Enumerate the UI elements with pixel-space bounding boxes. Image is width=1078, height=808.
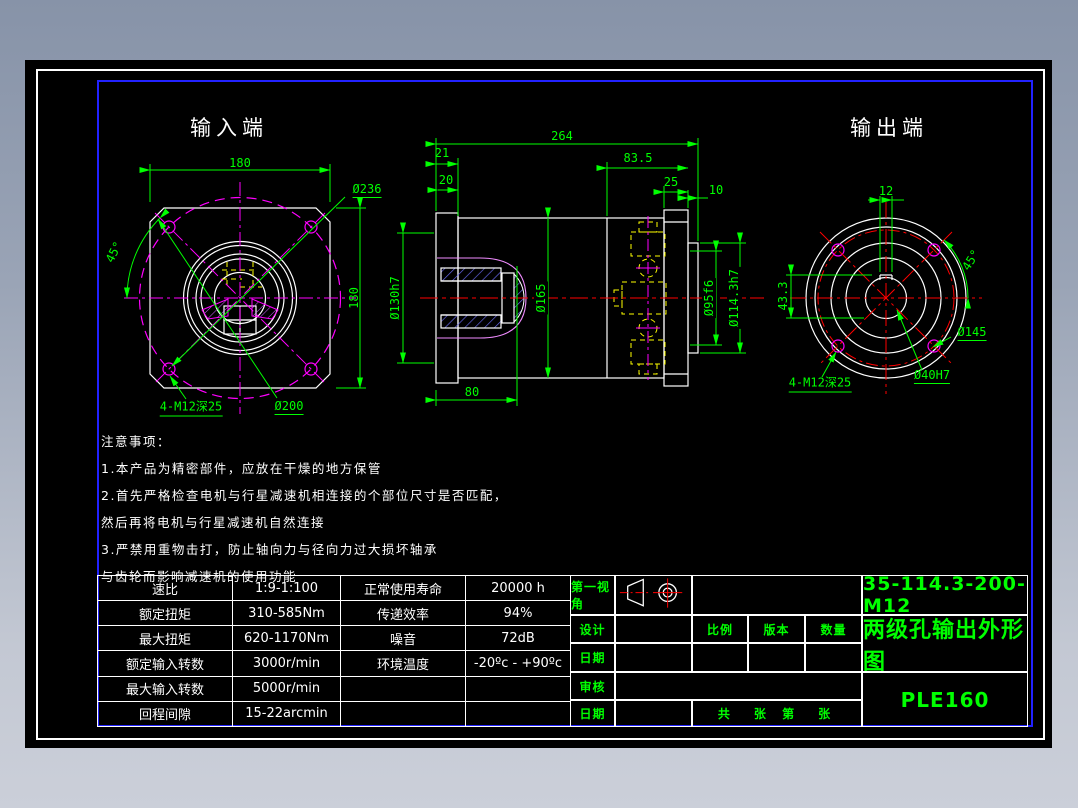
version-value-cell xyxy=(748,643,805,672)
version-label: 版本 xyxy=(748,615,805,643)
spec-value xyxy=(466,676,571,701)
first-angle-label: 第一视角 xyxy=(570,575,615,615)
spec-label: 正常使用寿命 xyxy=(341,576,466,601)
dim-output-holes: 4-M12深25 xyxy=(789,374,852,393)
dim-side-input-pilot-dia: Ø130h7 xyxy=(388,276,402,319)
dim-side-spigot-dia: Ø114.3h7 xyxy=(727,267,741,329)
audit-label: 审核 xyxy=(570,672,615,700)
spec-value: 94% xyxy=(466,601,571,626)
spec-label xyxy=(341,701,466,726)
dim-side-pilot-step: 20 xyxy=(439,173,453,187)
note-line: 1.本产品为精密部件，应放在干燥的地方保管 xyxy=(101,455,508,482)
first-angle-projection-icon xyxy=(615,575,692,615)
spec-label: 最大扭矩 xyxy=(98,626,233,651)
date-label: 日期 xyxy=(570,643,615,672)
notes-block: 注意事项： 1.本产品为精密部件，应放在干燥的地方保管 2.首先严格检查电机与行… xyxy=(101,428,508,590)
spec-value: 310-585Nm xyxy=(233,601,341,626)
table-row: 额定扭矩 310-585Nm 传递效率 94% xyxy=(98,601,571,626)
spec-value: 1:9-1:100 xyxy=(233,576,341,601)
dim-side-bottom: 80 xyxy=(465,385,479,399)
spec-label: 回程间隙 xyxy=(98,701,233,726)
drawing-title: 两级孔输出外形图 xyxy=(862,615,1028,672)
table-row: 回程间隙 15-22arcmin xyxy=(98,701,571,726)
spec-value: 15-22arcmin xyxy=(233,701,341,726)
title-block: 第一视角 35-114.3-200-M12 设计 比例 版本 数量 两级孔输出外… xyxy=(570,575,1028,727)
spec-label xyxy=(341,676,466,701)
dim-side-hub-dia: Ø95f6 xyxy=(702,278,716,318)
spec-value: -20ºc - +90ºc xyxy=(466,651,571,676)
title-block-empty-cell xyxy=(692,575,862,615)
dim-input-bolt-chamfer-circle: Ø236 xyxy=(353,182,382,198)
spec-value: 620-1170Nm xyxy=(233,626,341,651)
spec-label: 最大输入转数 xyxy=(98,676,233,701)
spec-value: 3000r/min xyxy=(233,651,341,676)
cad-viewer-canvas: 输入端 输出端 180 180 Ø236 Ø200 45° 4-M12深25 2… xyxy=(0,0,1078,808)
note-line: 3.严禁用重物击打，防止轴向力与径向力过大损坏轴承 xyxy=(101,536,508,563)
table-row: 速比 1:9-1:100 正常使用寿命 20000 h xyxy=(98,576,571,601)
spec-value: 72dB xyxy=(466,626,571,651)
dim-input-holes: 4-M12深25 xyxy=(160,398,223,417)
part-number: 35-114.3-200-M12 xyxy=(862,575,1028,615)
quantity-label: 数量 xyxy=(805,615,862,643)
design-value-cell xyxy=(615,615,692,643)
note-line: 2.首先严格检查电机与行星减速机相连接的个部位尺寸是否匹配， xyxy=(101,482,508,509)
table-row: 最大输入转数 5000r/min xyxy=(98,676,571,701)
dim-output-flange-dia: Ø145 xyxy=(958,325,987,341)
dim-side-body-dia: Ø165 xyxy=(534,282,548,315)
dim-side-pilot-length: 10 xyxy=(709,183,723,197)
dim-side-output-section: 83.5 xyxy=(624,151,653,165)
spec-label: 速比 xyxy=(98,576,233,601)
output-view-title: 输出端 xyxy=(850,112,928,142)
date2-value-cell xyxy=(615,700,692,727)
model-number: PLE160 xyxy=(862,672,1028,727)
date2-label: 日期 xyxy=(570,700,615,727)
table-row: 最大扭矩 620-1170Nm 噪音 72dB xyxy=(98,626,571,651)
spec-label: 额定输入转数 xyxy=(98,651,233,676)
spec-label: 环境温度 xyxy=(341,651,466,676)
dim-output-key-width: 12 xyxy=(879,184,893,198)
dim-side-total-length: 264 xyxy=(551,129,573,143)
spec-value: 5000r/min xyxy=(233,676,341,701)
scale-label: 比例 xyxy=(692,615,748,643)
sheet-count-label: 共 张 第 张 xyxy=(692,700,862,727)
quantity-value-cell xyxy=(805,643,862,672)
spec-value: 20000 h xyxy=(466,576,571,601)
spec-value xyxy=(466,701,571,726)
dim-output-bore: Ø40H7 xyxy=(914,368,950,384)
dim-input-height: 180 xyxy=(347,287,361,309)
input-view-title: 输入端 xyxy=(190,112,268,142)
note-line: 然后再将电机与行星减速机自然连接 xyxy=(101,509,508,536)
spec-table: 速比 1:9-1:100 正常使用寿命 20000 h 额定扭矩 310-585… xyxy=(97,575,571,727)
table-row: 额定输入转数 3000r/min 环境温度 -20ºc - +90ºc xyxy=(98,651,571,676)
spec-label: 传递效率 xyxy=(341,601,466,626)
notes-title: 注意事项： xyxy=(101,428,508,455)
spec-label: 额定扭矩 xyxy=(98,601,233,626)
dim-side-flange-thickness: 21 xyxy=(435,146,449,160)
date-value-cell xyxy=(615,643,692,672)
scale-value-cell xyxy=(692,643,748,672)
dim-side-plate-thickness: 25 xyxy=(664,175,678,189)
design-label: 设计 xyxy=(570,615,615,643)
dim-input-width: 180 xyxy=(229,156,251,170)
audit-value-cell xyxy=(615,672,862,700)
dim-output-key-height: 43.3 xyxy=(776,282,790,311)
spec-label: 噪音 xyxy=(341,626,466,651)
dim-input-bolt-circle: Ø200 xyxy=(275,399,304,415)
